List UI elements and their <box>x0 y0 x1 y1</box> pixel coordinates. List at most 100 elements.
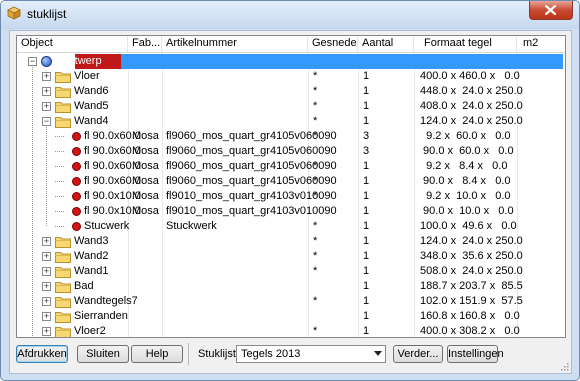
tree-row-fl-90-0x10-0-9[interactable]: fl 90.0x10.0 Mosa fl9010_mos_quart_gr4103v… <box>17 189 565 204</box>
expand-toggle[interactable]: + <box>42 87 51 96</box>
cell-gesneden: * <box>313 130 318 142</box>
cell-gesneden: * <box>313 295 318 307</box>
expand-toggle[interactable]: + <box>42 252 51 261</box>
tree-row-fl-90-0x10-0-10[interactable]: fl 90.0x10.0 Mosa fl9010_mos_quart_gr4103v… <box>17 204 565 219</box>
column-formaat-tegel[interactable]: Formaat tegel <box>414 36 517 52</box>
column-aantal[interactable]: Aantal <box>358 36 414 52</box>
cell-aantal: 1 <box>363 70 370 82</box>
cell-object-name: Bad <box>74 280 94 292</box>
bill-of-materials-tree[interactable]: Object Fab... Artikelnummer Gesneden Aan… <box>16 35 566 338</box>
expand-toggle[interactable]: + <box>42 282 51 291</box>
tree-row-stucwerk-11[interactable]: Stucwerk Stuckwerk * 1 100.0 x 49.6 x 0.0 <box>17 219 565 234</box>
tree-row-vloer2[interactable]: + Vloer2 * 1 400.0 x 308.2 x 0.0 <box>17 324 565 337</box>
tree-row-fl-90-0x60-0-5[interactable]: fl 90.0x60.0 Mosa fl9060_mos_quart_gr4105v… <box>17 129 565 144</box>
stuklijst-label: Stuklijst: <box>198 348 239 360</box>
cell-fabrikant: Mosa <box>132 145 159 157</box>
expand-toggle[interactable]: + <box>42 102 51 111</box>
cell-gesneden: * <box>313 325 318 337</box>
expand-toggle[interactable]: + <box>42 312 51 321</box>
tree-row-ontwerp[interactable]: − Ontwerp <box>17 54 565 69</box>
cell-gesneden: * <box>313 265 318 277</box>
cell-gesneden: * <box>313 190 318 202</box>
stuklijst-select-value: Tegels 2013 <box>241 348 301 360</box>
cell-formaat-tegel: 160.8 x 160.8 x 0.0 <box>420 310 520 322</box>
cell-fabrikant: Mosa <box>132 205 159 217</box>
cell-aantal: 1 <box>363 235 370 247</box>
red-dot-icon <box>72 192 81 201</box>
expand-toggle[interactable]: + <box>42 297 51 306</box>
cell-object-name: Wand3 <box>74 235 109 247</box>
cell-formaat-tegel: 408.0 x 24.0 x 250.0 <box>420 100 523 112</box>
cell-fabrikant: Mosa <box>132 175 159 187</box>
cell-aantal: 1 <box>363 205 370 217</box>
expand-toggle[interactable]: + <box>42 267 51 276</box>
cell-object-name: Vloer2 <box>74 325 106 337</box>
print-button[interactable]: Afdrukken <box>16 345 68 363</box>
tree-row-fl-90-0x60-0-8[interactable]: fl 90.0x60.0 Mosa fl9060_mos_quart_gr4105v… <box>17 174 565 189</box>
red-dot-icon <box>72 147 81 156</box>
folder-icon <box>55 312 71 323</box>
folder-icon <box>55 72 71 83</box>
folder-icon <box>55 267 71 278</box>
tree-connector <box>55 226 64 227</box>
tree-row-wandtegels7[interactable]: + Wandtegels7 * 1 102.0 x 151.9 x 57.5 <box>17 294 565 309</box>
column-fabrikant[interactable]: Fab... <box>128 36 162 52</box>
selection-highlight <box>121 54 563 69</box>
tree-row-wand6[interactable]: + Wand6 * 1 448.0 x 24.0 x 250.0 <box>17 84 565 99</box>
cell-object-name: Ontwerp <box>60 55 102 67</box>
cell-formaat-tegel: 124.0 x 24.0 x 250.0 <box>420 115 523 127</box>
tree-row-wand3[interactable]: + Wand3 * 1 124.0 x 24.0 x 250.0 <box>17 234 565 249</box>
expand-toggle[interactable]: + <box>42 327 51 336</box>
cell-formaat-tegel: 90.0 x 60.0 x 0.0 <box>420 145 514 157</box>
folder-icon <box>55 102 71 113</box>
chevron-down-icon <box>374 351 382 356</box>
cell-gesneden: * <box>313 85 318 97</box>
settings-button[interactable]: Instellingen <box>447 345 504 363</box>
expand-toggle[interactable]: + <box>42 237 51 246</box>
red-dot-icon <box>72 132 81 141</box>
tree-row-wand1[interactable]: + Wand1 * 1 508.0 x 24.0 x 250.0 <box>17 264 565 279</box>
collapse-toggle[interactable]: − <box>28 57 37 66</box>
expand-toggle[interactable]: + <box>42 72 51 81</box>
column-object[interactable]: Object <box>17 36 128 52</box>
cell-object-name: Stucwerk <box>84 220 130 232</box>
folder-icon <box>55 282 71 293</box>
cell-formaat-tegel: 124.0 x 24.0 x 250.0 <box>420 235 523 247</box>
folder-icon <box>55 252 71 263</box>
tree-row-bad[interactable]: + Bad 1 188.7 x 203.7 x 85.5 <box>17 279 565 294</box>
column-gesneden[interactable]: Gesneden <box>308 36 358 52</box>
tree-row-vloer[interactable]: + Vloer * 1 400.0 x 460.0 x 0.0 <box>17 69 565 84</box>
tree-row-sierranden[interactable]: + Sierranden 1 160.8 x 160.8 x 0.0 <box>17 309 565 324</box>
stuklijst-select[interactable]: Tegels 2013 <box>236 345 386 363</box>
resize-grip-icon[interactable] <box>559 361 569 371</box>
collapse-toggle[interactable]: − <box>42 117 51 126</box>
cell-gesneden: * <box>313 175 318 187</box>
cell-artikelnummer: fl9010_mos_quart_gr4103v010090 <box>166 190 337 202</box>
title-bar[interactable]: stuklijst <box>1 1 579 29</box>
column-m2[interactable]: m2 <box>517 36 565 52</box>
help-button[interactable]: Help <box>131 345 183 363</box>
column-artikelnummer[interactable]: Artikelnummer <box>162 36 308 52</box>
tree-row-wand4[interactable]: − Wand4 * 1 124.0 x 24.0 x 250.0 <box>17 114 565 129</box>
close-icon <box>545 5 556 15</box>
cell-aantal: 1 <box>363 280 370 292</box>
tree-connector <box>55 151 64 152</box>
box-icon <box>7 6 21 20</box>
cell-aantal: 1 <box>363 85 370 97</box>
close-button[interactable]: Sluiten <box>77 345 129 363</box>
cell-object-name: Wand1 <box>74 265 109 277</box>
close-window-button[interactable] <box>529 1 573 20</box>
cell-gesneden: * <box>313 70 318 82</box>
tree-row-fl-90-0x60-0-7[interactable]: fl 90.0x60.0 Mosa fl9060_mos_quart_gr4105v… <box>17 159 565 174</box>
tree-row-fl-90-0x60-0-6[interactable]: fl 90.0x60.0 Mosa fl9060_mos_quart_gr4105v… <box>17 144 565 159</box>
cell-formaat-tegel: 400.0 x 308.2 x 0.0 <box>420 325 520 337</box>
more-button[interactable]: Verder... <box>393 345 443 363</box>
cell-artikelnummer: fl9060_mos_quart_gr4105v060090 <box>166 160 337 172</box>
tree-row-wand2[interactable]: + Wand2 * 1 348.0 x 35.6 x 250.0 <box>17 249 565 264</box>
cell-formaat-tegel: 9.2 x 10.0 x 0.0 <box>420 190 511 202</box>
tree-row-wand5[interactable]: + Wand5 * 1 408.0 x 24.0 x 250.0 <box>17 99 565 114</box>
folder-icon <box>55 237 71 248</box>
folder-icon <box>55 87 71 98</box>
tree-connector <box>55 181 64 182</box>
cell-aantal: 1 <box>363 220 370 232</box>
